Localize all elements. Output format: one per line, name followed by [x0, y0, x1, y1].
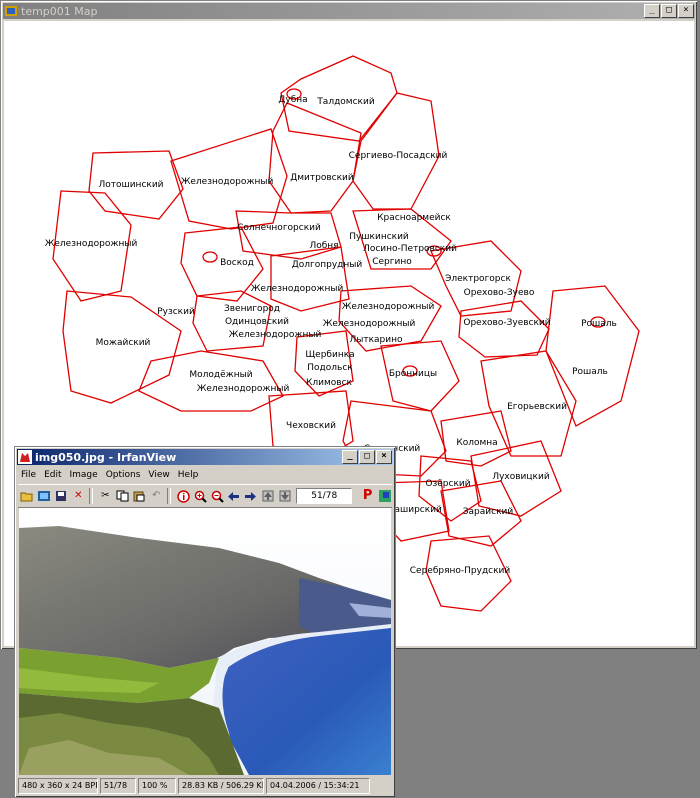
district-label: Звенигород: [224, 304, 280, 314]
district-label: Орехово-Зуево: [464, 288, 535, 298]
next-arrow-icon[interactable]: [243, 489, 258, 504]
district-label: Лыткарино: [349, 335, 403, 345]
menu-options[interactable]: Options: [103, 470, 146, 480]
irfanview-window-title: img050.jpg - IrfanView: [35, 450, 177, 464]
open-folder-icon[interactable]: [20, 489, 35, 504]
district-label: Железнодорожный: [197, 384, 290, 394]
district-label: Лотошинский: [98, 180, 163, 190]
status-file-index: 51/78: [100, 778, 136, 794]
district-label: Коломна: [456, 438, 497, 448]
district-boundary: [458, 300, 550, 358]
irfanview-cat-icon: [18, 450, 32, 464]
district-label: Железнодорожный: [229, 330, 322, 340]
close-button[interactable]: ×: [678, 4, 694, 18]
district-label: Воскод: [220, 258, 254, 268]
district-label: Долгопрудный: [292, 260, 363, 270]
district-label: Серебряно-Прудский: [410, 566, 511, 576]
menu-help[interactable]: Help: [175, 470, 204, 480]
toolbar-separator: [88, 488, 93, 504]
zoom-out-icon[interactable]: [210, 489, 225, 504]
district-label: Красноармейск: [377, 213, 451, 223]
status-bar: 480 x 360 x 24 BPP 51/78 100 % 28.83 KB …: [18, 778, 392, 794]
district-label: Железнодорожный: [181, 177, 274, 187]
district-label: Сергино: [372, 257, 412, 267]
print-p-icon[interactable]: P: [360, 489, 375, 504]
paste-icon[interactable]: [132, 489, 147, 504]
district-label: Молодёжный: [189, 370, 252, 380]
district-label: Рузский: [157, 307, 195, 317]
menu-bar: File Edit Image Options View Help: [18, 467, 392, 483]
info-icon[interactable]: [176, 489, 191, 504]
zoom-in-icon[interactable]: [193, 489, 208, 504]
toolbar-separator: [166, 488, 171, 504]
status-file-size: 28.83 KB / 506.29 KB: [178, 778, 264, 794]
image-viewport[interactable]: [19, 508, 391, 775]
district-label: Орехово-Зуевский: [463, 318, 550, 328]
menu-edit[interactable]: Edit: [41, 470, 66, 480]
district-label: Можайский: [96, 338, 151, 348]
district-boundary: [138, 350, 284, 412]
district-label: Железнодорожный: [323, 319, 416, 329]
district-label: Егорьевский: [507, 402, 567, 412]
enclave-boundary: [202, 251, 218, 263]
undo-icon[interactable]: ↶: [149, 489, 164, 504]
maximize-button[interactable]: □: [359, 450, 375, 464]
district-label: Щербинка: [305, 350, 354, 360]
minimize-button[interactable]: _: [342, 450, 358, 464]
toolbar: ✕ ✂ ↶ 51/78 P: [18, 484, 392, 508]
district-label: Электрогорск: [445, 274, 511, 284]
maximize-button[interactable]: □: [661, 4, 677, 18]
district-label: Бронницы: [389, 369, 437, 379]
menu-file[interactable]: File: [18, 470, 41, 480]
district-label: Озёрский: [425, 479, 470, 489]
district-label: Пушкинский: [349, 232, 409, 242]
district-label: Дубна: [278, 95, 307, 105]
settings-icon[interactable]: [377, 489, 392, 504]
menu-view[interactable]: View: [145, 470, 174, 480]
menu-image[interactable]: Image: [67, 470, 103, 480]
first-file-icon[interactable]: [260, 489, 275, 504]
minimize-button[interactable]: _: [644, 4, 660, 18]
district-label: Рошаль: [581, 319, 617, 329]
district-label: Одинцовский: [225, 317, 289, 327]
slideshow-icon[interactable]: [37, 489, 52, 504]
cut-icon[interactable]: ✂: [98, 489, 113, 504]
district-label: Железнодорожный: [45, 239, 138, 249]
district-label: Железнодорожный: [342, 302, 435, 312]
district-label: Железнодорожный: [251, 284, 344, 294]
district-boundary: [235, 210, 342, 260]
previous-arrow-icon[interactable]: [226, 489, 241, 504]
district-label: Каширский: [388, 505, 442, 515]
district-label: Солнечногорский: [237, 223, 321, 233]
map-window-title: temp001 Map: [21, 4, 98, 18]
copy-icon[interactable]: [115, 489, 130, 504]
district-label: Талдомский: [316, 97, 375, 107]
district-label: Климовск: [306, 378, 353, 388]
district-label: Рошаль: [572, 367, 608, 377]
district-label: Зарайский: [463, 507, 514, 517]
district-label: Подольск: [307, 363, 353, 373]
district-label: Лобня: [309, 241, 338, 251]
district-label: Лосино-Петровский: [363, 244, 457, 254]
map-app-icon: [5, 6, 17, 16]
map-titlebar[interactable]: temp001 Map _ □ ×: [3, 3, 695, 19]
district-boundary: [268, 102, 362, 214]
district-label: Чеховский: [286, 421, 336, 431]
page-counter[interactable]: 51/78: [296, 488, 353, 504]
district-label: Луховицкий: [492, 472, 549, 482]
irfanview-window: img050.jpg - IrfanView _ □ × File Edit I…: [14, 446, 396, 798]
delete-icon[interactable]: ✕: [71, 489, 86, 504]
last-file-icon[interactable]: [277, 489, 292, 504]
district-label: Дмитровский: [290, 173, 354, 183]
save-icon[interactable]: [54, 489, 69, 504]
district-label: Сергиево-Посадский: [349, 151, 448, 161]
status-zoom: 100 %: [138, 778, 176, 794]
close-button[interactable]: ×: [376, 450, 392, 464]
status-image-size: 480 x 360 x 24 BPP: [18, 778, 98, 794]
irfanview-titlebar[interactable]: img050.jpg - IrfanView _ □ ×: [17, 449, 393, 465]
landscape-photo: [19, 508, 391, 775]
status-date: 04.04.2006 / 15:34:21: [266, 778, 370, 794]
